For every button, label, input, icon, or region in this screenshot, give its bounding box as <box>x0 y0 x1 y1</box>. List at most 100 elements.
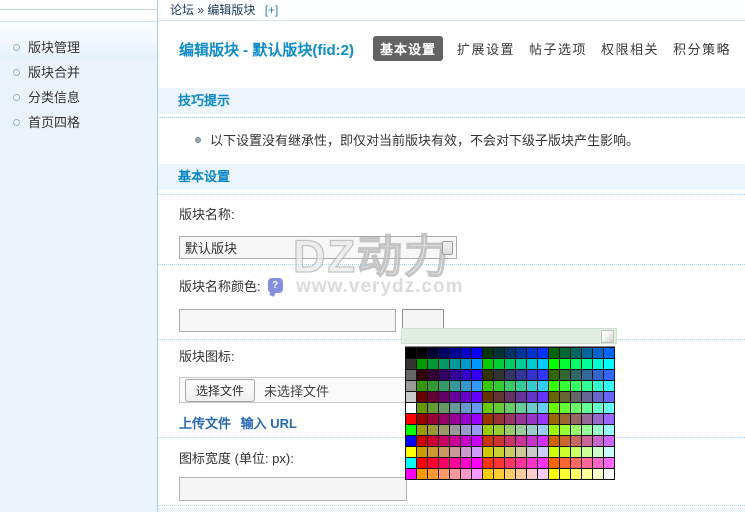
color-swatch[interactable] <box>538 447 548 457</box>
color-swatch[interactable] <box>571 392 581 402</box>
color-swatch[interactable] <box>549 392 559 402</box>
color-swatch[interactable] <box>560 414 570 424</box>
color-swatch[interactable] <box>527 436 537 446</box>
color-swatch[interactable] <box>516 425 526 435</box>
color-swatch[interactable] <box>461 414 471 424</box>
color-swatch[interactable] <box>549 458 559 468</box>
color-swatch[interactable] <box>406 359 416 369</box>
color-swatch[interactable] <box>461 447 471 457</box>
color-swatch[interactable] <box>406 370 416 380</box>
breadcrumb-expand-link[interactable]: [+] <box>265 3 279 17</box>
color-swatch[interactable] <box>439 425 449 435</box>
color-swatch[interactable] <box>417 436 427 446</box>
color-swatch[interactable] <box>538 359 548 369</box>
color-picker-header[interactable] <box>401 328 617 344</box>
tab-4[interactable]: 积分策略 <box>673 39 731 58</box>
color-swatch[interactable] <box>516 436 526 446</box>
color-swatch[interactable] <box>505 359 515 369</box>
color-swatch[interactable] <box>461 469 471 479</box>
color-swatch[interactable] <box>461 370 471 380</box>
color-swatch[interactable] <box>450 469 460 479</box>
color-swatch[interactable] <box>450 348 460 358</box>
color-swatch[interactable] <box>593 403 603 413</box>
color-swatch[interactable] <box>428 447 438 457</box>
color-swatch[interactable] <box>406 436 416 446</box>
color-swatch[interactable] <box>439 414 449 424</box>
color-swatch[interactable] <box>406 348 416 358</box>
color-swatch[interactable] <box>406 447 416 457</box>
tab-1[interactable]: 扩展设置 <box>457 39 515 58</box>
color-swatch[interactable] <box>461 425 471 435</box>
color-swatch[interactable] <box>494 403 504 413</box>
color-swatch[interactable] <box>439 370 449 380</box>
color-swatch[interactable] <box>593 359 603 369</box>
color-swatch[interactable] <box>593 370 603 380</box>
color-swatch[interactable] <box>472 403 482 413</box>
color-swatch[interactable] <box>439 392 449 402</box>
color-swatch[interactable] <box>604 370 614 380</box>
color-swatch[interactable] <box>549 348 559 358</box>
color-swatch[interactable] <box>549 469 559 479</box>
color-swatch[interactable] <box>593 392 603 402</box>
color-swatch[interactable] <box>428 469 438 479</box>
color-swatch[interactable] <box>582 348 592 358</box>
name-color-input[interactable] <box>179 309 396 332</box>
color-swatch[interactable] <box>417 370 427 380</box>
color-swatch[interactable] <box>417 414 427 424</box>
color-swatch[interactable] <box>560 370 570 380</box>
color-swatch[interactable] <box>428 458 438 468</box>
color-swatch[interactable] <box>472 392 482 402</box>
color-swatch[interactable] <box>538 392 548 402</box>
color-swatch[interactable] <box>472 447 482 457</box>
color-swatch[interactable] <box>417 348 427 358</box>
color-swatch[interactable] <box>582 414 592 424</box>
color-swatch[interactable] <box>516 414 526 424</box>
color-swatch[interactable] <box>494 381 504 391</box>
color-swatch[interactable] <box>571 403 581 413</box>
color-swatch[interactable] <box>516 381 526 391</box>
color-swatch[interactable] <box>516 403 526 413</box>
color-swatch[interactable] <box>439 403 449 413</box>
color-swatch[interactable] <box>439 458 449 468</box>
color-swatch[interactable] <box>428 403 438 413</box>
color-swatch[interactable] <box>483 414 493 424</box>
color-swatch[interactable] <box>560 359 570 369</box>
color-swatch[interactable] <box>494 392 504 402</box>
color-swatch[interactable] <box>450 436 460 446</box>
tab-0[interactable]: 基本设置 <box>373 36 443 61</box>
color-swatch[interactable] <box>494 469 504 479</box>
color-swatch[interactable] <box>417 403 427 413</box>
color-swatch[interactable] <box>406 392 416 402</box>
color-swatch[interactable] <box>505 403 515 413</box>
color-swatch[interactable] <box>560 348 570 358</box>
color-swatch[interactable] <box>439 348 449 358</box>
color-swatch[interactable] <box>604 436 614 446</box>
color-swatch[interactable] <box>604 447 614 457</box>
color-swatch[interactable] <box>571 414 581 424</box>
color-swatch[interactable] <box>494 425 504 435</box>
color-swatch[interactable] <box>549 381 559 391</box>
color-swatch[interactable] <box>483 381 493 391</box>
color-swatch[interactable] <box>516 348 526 358</box>
color-swatch[interactable] <box>428 359 438 369</box>
color-swatch[interactable] <box>505 469 515 479</box>
color-swatch[interactable] <box>549 425 559 435</box>
color-swatch[interactable] <box>560 447 570 457</box>
color-swatch[interactable] <box>593 436 603 446</box>
color-swatch[interactable] <box>439 469 449 479</box>
color-swatch[interactable] <box>538 414 548 424</box>
color-swatch[interactable] <box>604 469 614 479</box>
color-swatch[interactable] <box>494 436 504 446</box>
color-swatch[interactable] <box>516 469 526 479</box>
color-swatch[interactable] <box>461 458 471 468</box>
color-swatch[interactable] <box>527 458 537 468</box>
color-swatch[interactable] <box>593 447 603 457</box>
color-swatch[interactable] <box>483 370 493 380</box>
color-swatch[interactable] <box>527 392 537 402</box>
color-swatch[interactable] <box>428 414 438 424</box>
color-swatch[interactable] <box>516 447 526 457</box>
color-swatch[interactable] <box>461 348 471 358</box>
color-swatch[interactable] <box>582 370 592 380</box>
color-swatch[interactable] <box>582 403 592 413</box>
color-swatch[interactable] <box>483 436 493 446</box>
